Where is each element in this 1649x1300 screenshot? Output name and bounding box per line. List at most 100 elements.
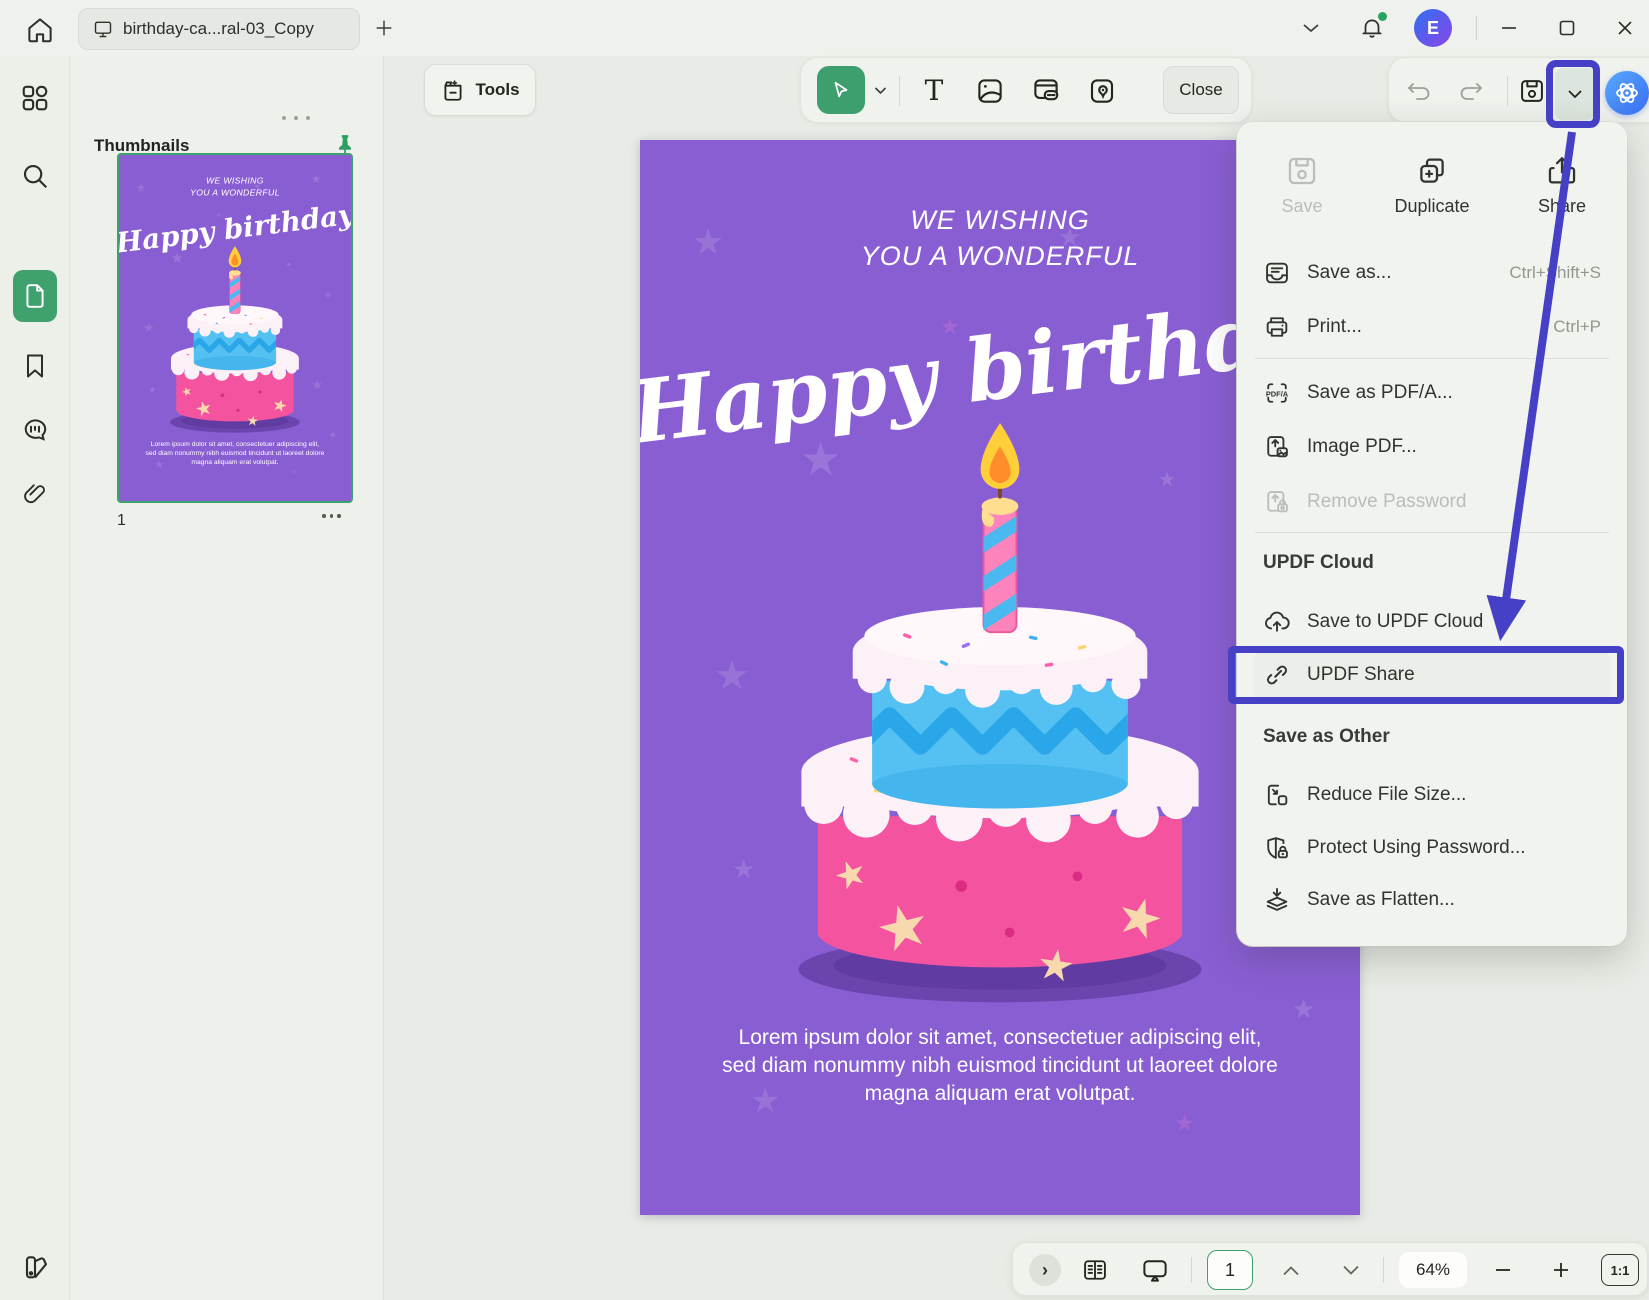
- minimize-button[interactable]: [1492, 12, 1526, 44]
- shortcut: Ctrl+P: [1553, 317, 1601, 337]
- menu-section-updf-cloud: UPDF Cloud: [1263, 552, 1374, 574]
- sidebar-item-thumbnails-active[interactable]: [13, 270, 57, 322]
- save-as-icon: [1263, 259, 1291, 287]
- monitor-icon: [93, 19, 113, 39]
- previous-page-button[interactable]: [1271, 1243, 1311, 1297]
- close-document-button[interactable]: Close: [1163, 66, 1239, 114]
- page-layout-button[interactable]: [1075, 1243, 1115, 1297]
- titlebar-divider: [1476, 16, 1477, 40]
- tools-button[interactable]: Tools: [424, 64, 536, 116]
- ai-assistant-button[interactable]: [1605, 71, 1649, 115]
- sidebar-item-themes[interactable]: [0, 1248, 70, 1288]
- page-thumbnails-icon: [22, 283, 48, 309]
- quick-duplicate-button[interactable]: Duplicate: [1387, 152, 1477, 217]
- stamp-tool-icon: [1087, 76, 1117, 106]
- zoom-out-button[interactable]: [1483, 1243, 1523, 1297]
- titlebar: birthday-ca...ral-03_Copy E: [0, 0, 1649, 56]
- close-window-button[interactable]: [1608, 12, 1642, 44]
- home-button[interactable]: [22, 12, 58, 48]
- quick-share-button[interactable]: Share: [1517, 152, 1607, 217]
- panel-drag-handle[interactable]: [282, 116, 310, 120]
- sidebar-item-grid[interactable]: [0, 78, 70, 118]
- bookmark-icon: [21, 352, 49, 380]
- save-icon: [1518, 77, 1546, 105]
- svg-text:PDF/A: PDF/A: [1266, 389, 1289, 398]
- shield-lock-icon: [1263, 834, 1291, 862]
- stamp-tool-button[interactable]: [1085, 74, 1119, 108]
- search-icon: [20, 161, 50, 191]
- presentation-mode-button[interactable]: [1133, 1243, 1177, 1297]
- sidebar-item-comments[interactable]: [0, 411, 70, 451]
- zoom-in-button[interactable]: [1541, 1243, 1581, 1297]
- birthday-cake-illustration: ★ ★ ★ ★: [750, 390, 1250, 1010]
- menu-divider: [1255, 532, 1609, 533]
- toolbox-icon: [440, 77, 466, 103]
- plus-icon: [373, 17, 395, 39]
- text-tool-icon: T: [925, 77, 944, 105]
- menu-item-print[interactable]: Print... Ctrl+P: [1253, 304, 1611, 350]
- redo-button[interactable]: [1455, 76, 1487, 106]
- text-tool-button[interactable]: T: [917, 74, 951, 108]
- actual-size-button[interactable]: 1:1: [1601, 1254, 1639, 1286]
- pdfa-icon: PDF/A: [1263, 379, 1291, 407]
- paperclip-icon: [21, 480, 49, 508]
- chain-link-icon: [1263, 661, 1291, 689]
- statusbar: › 1 64% 1:1: [1012, 1242, 1648, 1296]
- plus-icon: [1552, 1261, 1570, 1279]
- card-heading: WE WISHING YOU A WONDERFUL: [119, 175, 351, 198]
- zoom-level-value[interactable]: 64%: [1399, 1252, 1467, 1288]
- updf-app-window: birthday-ca...ral-03_Copy E: [0, 0, 1649, 1300]
- select-tool-chevron[interactable]: [871, 82, 889, 98]
- menu-section-save-as-other: Save as Other: [1263, 726, 1390, 748]
- new-tab-button[interactable]: [370, 14, 398, 42]
- sidebar-item-bookmarks[interactable]: [0, 346, 70, 386]
- center-toolbar: T Close: [800, 57, 1252, 123]
- page-thumbnail[interactable]: ★ ★ ★ ★ ★ ★ ★ ★ ★ ★ ★ ★ ★ ★ ★ WE WISHING…: [117, 153, 353, 503]
- image-tool-button[interactable]: [973, 74, 1007, 108]
- notifications-button[interactable]: [1356, 12, 1388, 44]
- thumbnails-panel: Thumbnails ★ ★ ★ ★ ★ ★ ★ ★ ★ ★ ★ ★ ★ ★ ★…: [70, 56, 384, 1300]
- next-page-button[interactable]: [1331, 1243, 1371, 1297]
- maximize-button[interactable]: [1550, 12, 1584, 44]
- menu-item-reduce-file-size[interactable]: Reduce File Size...: [1253, 772, 1611, 818]
- save-button[interactable]: [1515, 76, 1549, 106]
- menu-item-save-to-updf-cloud[interactable]: Save to UPDF Cloud: [1253, 599, 1611, 645]
- menu-item-image-pdf[interactable]: Image PDF...: [1253, 424, 1611, 470]
- sidebar-item-attachments[interactable]: [0, 474, 70, 514]
- link-tool-icon: [1031, 76, 1061, 106]
- titlebar-collapse-button[interactable]: [1296, 14, 1326, 42]
- undo-button[interactable]: [1403, 76, 1435, 106]
- floppy-icon: [1283, 152, 1321, 190]
- menu-item-save-as[interactable]: Save as... Ctrl+Shift+S: [1253, 250, 1611, 296]
- link-tool-button[interactable]: [1029, 74, 1063, 108]
- document-tab[interactable]: birthday-ca...ral-03_Copy: [78, 8, 360, 50]
- card-body-text: Lorem ipsum dolor sit amet, consectetuer…: [720, 1024, 1280, 1108]
- menu-item-updf-share[interactable]: UPDF Share: [1253, 652, 1611, 698]
- select-tool-button[interactable]: [817, 66, 865, 114]
- decor-star: ★: [143, 321, 155, 334]
- swatches-icon: [19, 1252, 51, 1284]
- reduce-size-icon: [1263, 781, 1291, 809]
- birthday-cake-illustration: ★ ★ ★ ★: [154, 236, 315, 436]
- avatar[interactable]: E: [1414, 9, 1452, 47]
- thumbnail-page-number: 1: [117, 512, 126, 530]
- save-options-chevron-button[interactable]: [1555, 68, 1595, 120]
- tab-title: birthday-ca...ral-03_Copy: [123, 19, 314, 39]
- notification-dot: [1378, 12, 1387, 21]
- statusbar-divider: [1191, 1257, 1192, 1283]
- menu-item-save-as-pdfa[interactable]: PDF/A Save as PDF/A...: [1253, 370, 1611, 416]
- right-toolbar: [1388, 57, 1649, 123]
- menu-item-save-as-flatten[interactable]: Save as Flatten...: [1253, 877, 1611, 923]
- menu-divider: [1255, 358, 1609, 359]
- sidebar-item-search[interactable]: [0, 156, 70, 196]
- cloud-upload-icon: [1263, 608, 1291, 636]
- page-number-input[interactable]: 1: [1207, 1250, 1253, 1290]
- undo-icon: [1406, 80, 1432, 102]
- remove-password-icon: [1263, 488, 1291, 516]
- menu-item-protect-using-password[interactable]: Protect Using Password...: [1253, 825, 1611, 871]
- thumbnail-more-button[interactable]: [322, 514, 341, 518]
- collapse-statusbar-button[interactable]: ›: [1027, 1243, 1063, 1297]
- svg-text:★: ★: [1033, 939, 1078, 992]
- tools-button-label: Tools: [475, 80, 519, 100]
- 1to1-icon: 1:1: [1611, 1263, 1630, 1278]
